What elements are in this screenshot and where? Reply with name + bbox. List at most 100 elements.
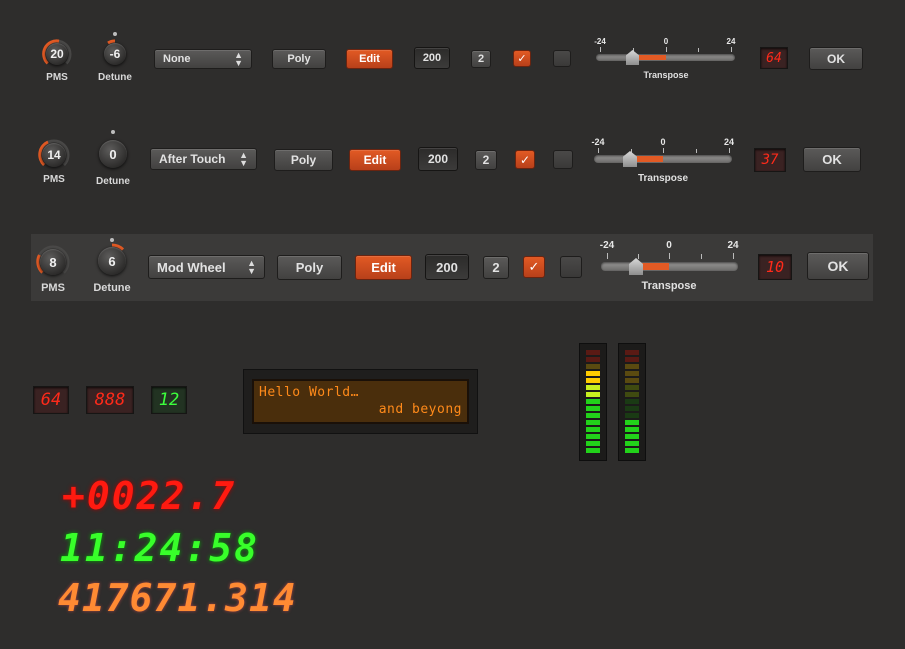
source-combo-value: Mod Wheel bbox=[157, 259, 226, 275]
pms-value: 8 bbox=[40, 249, 66, 275]
meter-segment bbox=[586, 364, 600, 369]
meter-segment bbox=[586, 413, 600, 418]
source-combo[interactable]: None ▲ ▼ bbox=[154, 49, 252, 69]
voices-field[interactable]: 2 bbox=[483, 256, 509, 279]
ok-button[interactable]: OK bbox=[803, 147, 861, 172]
detune-label: Detune bbox=[98, 72, 132, 83]
meter-segment bbox=[586, 434, 600, 439]
detune-knob-wrap: 0 Detune bbox=[91, 130, 135, 187]
meter-segment bbox=[625, 385, 639, 390]
voices-field[interactable]: 2 bbox=[475, 150, 497, 170]
poly-button[interactable]: Poly bbox=[274, 149, 333, 171]
detune-value: -6 bbox=[104, 43, 126, 65]
pms-knob-wrap: 14 PMS bbox=[33, 138, 75, 185]
transpose-label: Transpose bbox=[641, 280, 697, 292]
lcd-line-2: and beyong bbox=[378, 402, 462, 417]
meter-segment bbox=[586, 385, 600, 390]
slider-thumb[interactable] bbox=[626, 50, 639, 65]
meter-segment bbox=[586, 427, 600, 432]
slider-tick bbox=[696, 149, 697, 153]
pms-knob-wrap: 20 PMS bbox=[36, 38, 78, 83]
transpose-slider[interactable]: -24 0 24 Transpose bbox=[600, 240, 741, 296]
ok-button[interactable]: OK bbox=[807, 252, 869, 280]
slider-thumb[interactable] bbox=[623, 151, 637, 167]
pms-label: PMS bbox=[46, 72, 68, 83]
slider-tick bbox=[698, 48, 699, 52]
updown-arrows-icon: ▲ ▼ bbox=[234, 50, 243, 68]
slider-track bbox=[594, 155, 732, 163]
source-combo-value: After Touch bbox=[159, 152, 226, 166]
lcd-bezel: Hello World… and beyong bbox=[243, 369, 478, 434]
transpose-slider[interactable]: -24 0 24 Transpose bbox=[594, 37, 736, 83]
detune-knob[interactable]: 0 bbox=[95, 130, 131, 174]
detune-knob[interactable]: -6 bbox=[99, 32, 131, 70]
slider-mid-label: 0 bbox=[663, 37, 669, 46]
meter-segment bbox=[586, 399, 600, 404]
enable-checkbox[interactable]: ✓ bbox=[513, 50, 531, 67]
slider-tick bbox=[663, 148, 664, 153]
slider-tick bbox=[666, 47, 667, 52]
poly-button[interactable]: Poly bbox=[272, 49, 326, 69]
meter-segment bbox=[586, 406, 600, 411]
source-combo[interactable]: After Touch ▲ ▼ bbox=[150, 148, 257, 170]
slider-tick bbox=[638, 254, 639, 259]
pms-label: PMS bbox=[41, 282, 65, 294]
segment-display: 10 bbox=[758, 254, 792, 280]
slider-min-label: -24 bbox=[591, 137, 605, 147]
green-segment-display: 12 bbox=[151, 386, 187, 414]
meter-segment bbox=[625, 350, 639, 355]
meter-segment bbox=[586, 392, 600, 397]
detune-value: 0 bbox=[99, 140, 127, 168]
slider-tick bbox=[701, 254, 702, 259]
segment-display: 37 bbox=[754, 148, 786, 172]
enable-checkbox[interactable]: ✓ bbox=[523, 256, 545, 278]
ok-button[interactable]: OK bbox=[809, 47, 863, 70]
enable-checkbox[interactable]: ✓ bbox=[515, 150, 535, 169]
edit-button[interactable]: Edit bbox=[346, 49, 393, 69]
amount-field[interactable]: 200 bbox=[418, 147, 458, 171]
amount-field[interactable]: 200 bbox=[425, 254, 469, 280]
big-red-readout: +0022.7 bbox=[62, 474, 237, 518]
amount-field[interactable]: 200 bbox=[414, 47, 450, 69]
detune-knob[interactable]: 6 bbox=[93, 238, 131, 280]
pms-knob[interactable]: 8 bbox=[35, 244, 71, 280]
meter-segment bbox=[586, 357, 600, 362]
updown-arrows-icon: ▲ ▼ bbox=[247, 258, 256, 276]
bypass-checkbox[interactable] bbox=[560, 256, 582, 278]
segment-display: 64 bbox=[760, 47, 788, 69]
slider-tick bbox=[729, 148, 730, 153]
lcd-screen: Hello World… and beyong bbox=[252, 379, 469, 424]
meter-segment bbox=[586, 378, 600, 383]
red-segment-display-a: 64 bbox=[33, 386, 69, 414]
bypass-checkbox[interactable] bbox=[553, 50, 571, 67]
edit-button[interactable]: Edit bbox=[355, 255, 412, 280]
transpose-label: Transpose bbox=[637, 173, 689, 184]
transpose-slider[interactable]: -24 0 24 Transpose bbox=[591, 137, 735, 187]
detune-knob-wrap: -6 Detune bbox=[94, 32, 136, 83]
slider-tick bbox=[731, 47, 732, 52]
slider-max-label: 24 bbox=[723, 137, 735, 147]
pms-knob-wrap: 8 PMS bbox=[34, 244, 72, 294]
meter-segment bbox=[625, 364, 639, 369]
slider-tick bbox=[600, 47, 601, 52]
slider-max-label: 24 bbox=[726, 37, 736, 46]
slider-min-label: -24 bbox=[594, 37, 606, 46]
control-row-1: 20 PMS -6 Detune None ▲ ▼ Poly Edit 200 2… bbox=[0, 28, 905, 92]
slider-track bbox=[601, 262, 738, 271]
pms-label: PMS bbox=[43, 174, 65, 185]
meter-segment bbox=[586, 420, 600, 425]
meter-segment bbox=[625, 392, 639, 397]
knob-indicator-dot bbox=[113, 32, 117, 36]
pms-knob[interactable]: 20 bbox=[41, 38, 73, 70]
source-combo[interactable]: Mod Wheel ▲ ▼ bbox=[148, 255, 265, 279]
meter-segment bbox=[586, 441, 600, 446]
voices-field[interactable]: 2 bbox=[471, 50, 491, 68]
pms-knob[interactable]: 14 bbox=[37, 138, 71, 172]
slider-thumb[interactable] bbox=[629, 258, 643, 275]
bypass-checkbox[interactable] bbox=[553, 150, 573, 169]
poly-button[interactable]: Poly bbox=[277, 255, 342, 280]
slider-mid-label: 0 bbox=[660, 137, 666, 147]
meter-segment bbox=[625, 448, 639, 453]
edit-button[interactable]: Edit bbox=[349, 149, 401, 171]
meter-segment bbox=[625, 413, 639, 418]
